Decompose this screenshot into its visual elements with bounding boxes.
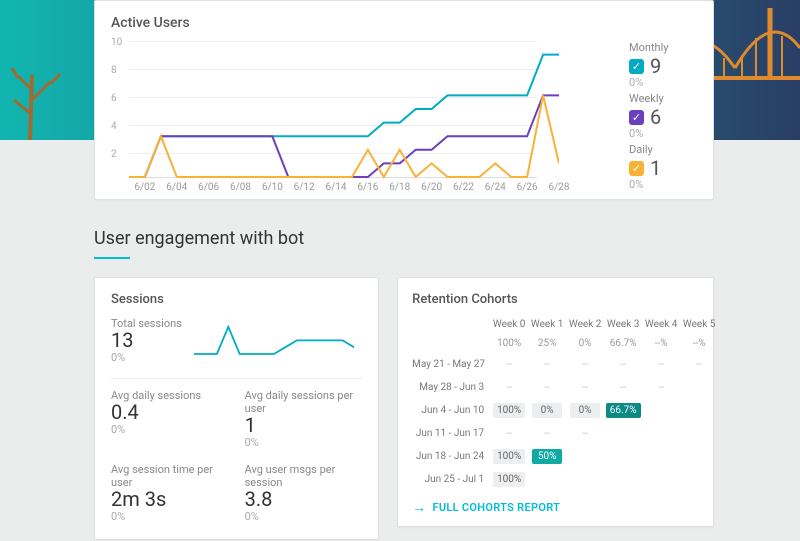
x-tick: 6/20 bbox=[421, 182, 442, 193]
y-tick: 10 bbox=[111, 37, 122, 48]
retention-cell bbox=[566, 468, 604, 491]
retention-cell: -- bbox=[604, 353, 642, 376]
retention-header-weeks: Week 0 Week 1 Week 2 Week 3 Week 4 Week … bbox=[412, 315, 718, 334]
retention-header-pct: 100% 25% 0% 66.7% --% --% bbox=[412, 334, 718, 353]
retention-cell bbox=[680, 376, 718, 399]
y-tick: 8 bbox=[111, 65, 117, 76]
retention-period: Jun 25 - Jul 1 bbox=[412, 468, 490, 491]
arrow-right-icon: → bbox=[412, 499, 426, 516]
x-tick: 6/22 bbox=[453, 182, 474, 193]
retention-cell bbox=[680, 422, 718, 445]
retention-cell bbox=[680, 399, 718, 422]
retention-cell bbox=[680, 468, 718, 491]
retention-cell: 50% bbox=[528, 445, 566, 468]
retention-period: May 21 - May 27 bbox=[412, 353, 490, 376]
active-users-legend: Monthly ✓ 9 0% Weekly ✓ 6 0% Dai bbox=[619, 41, 697, 191]
retention-row: Jun 25 - Jul 1100% bbox=[412, 468, 718, 491]
legend-weekly: Weekly ✓ 6 0% bbox=[629, 92, 697, 140]
legend-monthly: Monthly ✓ 9 0% bbox=[629, 41, 697, 89]
x-tick: 6/14 bbox=[326, 182, 347, 193]
avg-session-time-per-user-metric: Avg session time per user 2m 3s 0% bbox=[111, 463, 229, 523]
retention-cell: -- bbox=[566, 376, 604, 399]
active-users-chart: 10 8 6 4 2 6/026/046/066/086 bbox=[111, 41, 619, 191]
legend-daily-toggle[interactable]: ✓ bbox=[629, 161, 644, 176]
total-sessions-metric: Total sessions 13 0% bbox=[111, 317, 182, 364]
retention-cell: -- bbox=[566, 353, 604, 376]
y-tick: 2 bbox=[111, 149, 117, 160]
avg-daily-sessions-metric: Avg daily sessions 0.4 0% bbox=[111, 389, 229, 449]
y-tick: 4 bbox=[111, 121, 117, 132]
x-tick: 6/02 bbox=[134, 182, 155, 193]
retention-cell bbox=[528, 468, 566, 491]
sessions-sparkline bbox=[194, 317, 362, 364]
section-title: User engagement with bot bbox=[94, 228, 714, 249]
x-tick: 6/06 bbox=[198, 182, 219, 193]
x-tick: 6/10 bbox=[262, 182, 283, 193]
retention-cell: -- bbox=[680, 353, 718, 376]
x-tick: 6/12 bbox=[294, 182, 315, 193]
retention-cell: 100% bbox=[490, 445, 528, 468]
retention-table: Week 0 Week 1 Week 2 Week 3 Week 4 Week … bbox=[412, 315, 718, 491]
retention-cell bbox=[604, 422, 642, 445]
retention-row: May 28 - Jun 3---------- bbox=[412, 376, 718, 399]
retention-period: Jun 18 - Jun 24 bbox=[412, 445, 490, 468]
y-tick: 6 bbox=[111, 93, 117, 104]
retention-cell: 0% bbox=[528, 399, 566, 422]
retention-period: Jun 11 - Jun 17 bbox=[412, 422, 490, 445]
section-underline bbox=[94, 257, 130, 259]
x-tick: 6/08 bbox=[230, 182, 251, 193]
retention-period: Jun 4 - Jun 10 bbox=[412, 399, 490, 422]
retention-title: Retention Cohorts bbox=[412, 292, 701, 307]
legend-weekly-toggle[interactable]: ✓ bbox=[629, 110, 644, 125]
retention-cell bbox=[566, 445, 604, 468]
active-users-title: Active Users bbox=[111, 15, 697, 31]
sessions-card: Sessions Total sessions 13 0% Avg daily … bbox=[94, 277, 379, 540]
retention-period: May 28 - Jun 3 bbox=[412, 376, 490, 399]
retention-card: Retention Cohorts Week 0 Week 1 Week 2 W… bbox=[397, 277, 714, 527]
retention-cell bbox=[642, 399, 680, 422]
retention-cell: -- bbox=[604, 376, 642, 399]
retention-cell: 66.7% bbox=[604, 399, 642, 422]
active-users-card: Active Users 10 8 6 4 2 bbox=[94, 0, 714, 200]
retention-cell bbox=[642, 445, 680, 468]
legend-monthly-toggle[interactable]: ✓ bbox=[629, 59, 644, 74]
retention-row: Jun 18 - Jun 24100%50% bbox=[412, 445, 718, 468]
retention-row: May 21 - May 27------------ bbox=[412, 353, 718, 376]
active-users-svg bbox=[129, 41, 559, 181]
retention-cell: -- bbox=[490, 422, 528, 445]
retention-cell: 100% bbox=[490, 399, 528, 422]
x-tick: 6/16 bbox=[357, 182, 378, 193]
x-tick: 6/24 bbox=[485, 182, 506, 193]
retention-cell: -- bbox=[566, 422, 604, 445]
legend-daily: Daily ✓ 1 0% bbox=[629, 143, 697, 191]
retention-cell bbox=[680, 445, 718, 468]
retention-cell: 0% bbox=[566, 399, 604, 422]
avg-daily-sessions-per-user-metric: Avg daily sessions per user 1 0% bbox=[245, 389, 363, 449]
sessions-title: Sessions bbox=[111, 292, 362, 307]
x-tick: 6/26 bbox=[517, 182, 538, 193]
retention-cell: -- bbox=[490, 376, 528, 399]
retention-cell bbox=[642, 422, 680, 445]
x-tick: 6/28 bbox=[549, 182, 570, 193]
retention-row: Jun 4 - Jun 10100%0%0%66.7% bbox=[412, 399, 718, 422]
full-cohorts-report-link[interactable]: → FULL COHORTS REPORT bbox=[412, 491, 701, 516]
retention-cell: -- bbox=[642, 376, 680, 399]
avg-user-msgs-per-session-metric: Avg user msgs per session 3.8 0% bbox=[245, 463, 363, 523]
x-tick: 6/18 bbox=[389, 182, 410, 193]
retention-cell: -- bbox=[528, 422, 566, 445]
retention-cell bbox=[604, 445, 642, 468]
retention-cell: -- bbox=[642, 353, 680, 376]
x-tick: 6/04 bbox=[166, 182, 187, 193]
retention-cell: -- bbox=[528, 376, 566, 399]
retention-cell: -- bbox=[528, 353, 566, 376]
retention-cell: 100% bbox=[490, 468, 528, 491]
retention-cell: -- bbox=[490, 353, 528, 376]
retention-row: Jun 11 - Jun 17------ bbox=[412, 422, 718, 445]
retention-cell bbox=[604, 468, 642, 491]
retention-cell bbox=[642, 468, 680, 491]
